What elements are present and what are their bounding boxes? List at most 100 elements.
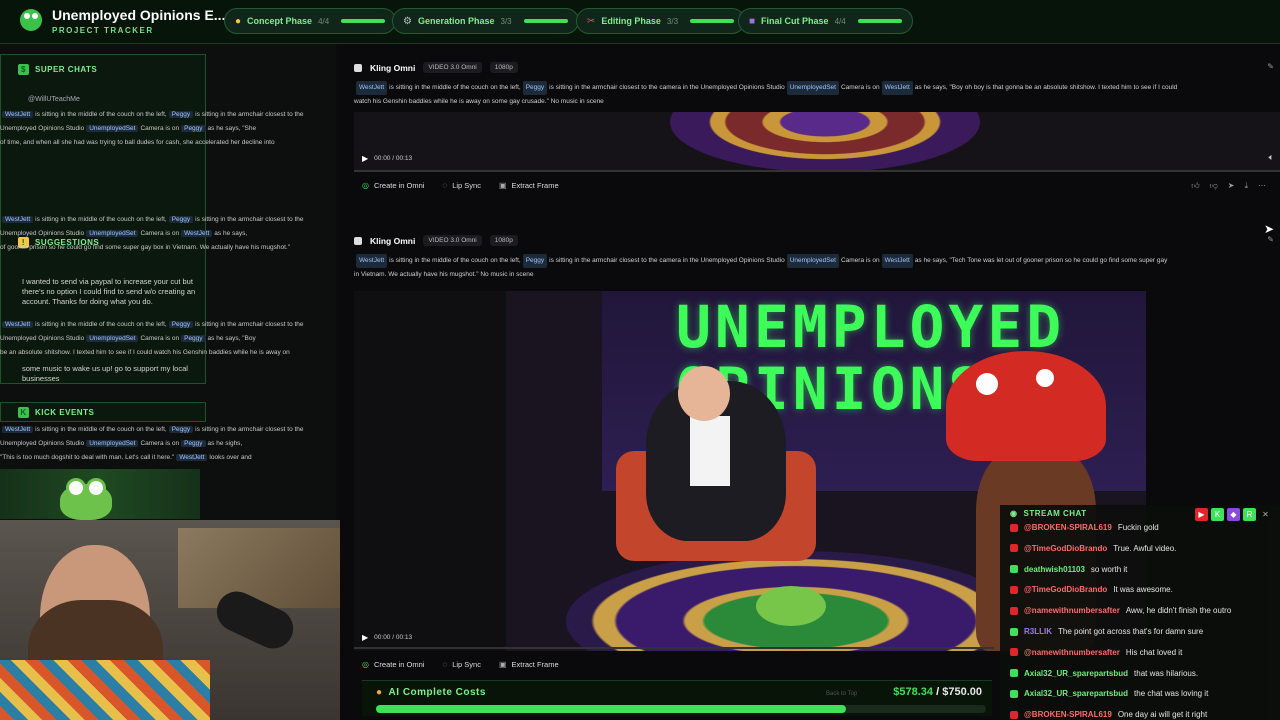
ai-costs-progress — [376, 705, 986, 713]
prompt-line: of time, and when all she had was trying… — [0, 139, 275, 146]
phase-generation[interactable]: ⚙ Generation Phase 3/3 — [392, 8, 579, 34]
kick-icon — [1010, 689, 1018, 698]
model-tag: VIDEO 3.0 Omni — [423, 235, 482, 246]
video-thumbnail-rug — [670, 112, 980, 172]
chat-message: @TimeGodDioBrando It was awesome. — [1010, 585, 1173, 594]
suggestion-message: I wanted to send via paypal to increase … — [22, 277, 196, 306]
generation-prompt: WestJett is sitting in the middle of the … — [354, 81, 1274, 95]
kick-icon — [1010, 669, 1018, 678]
youtube-icon — [1010, 523, 1018, 532]
super-chat-user: @WillUTeachMe — [28, 96, 80, 103]
prompt-line: WestJett is sitting in the middle of the … — [0, 111, 304, 118]
model-tag: VIDEO 3.0 Omni — [423, 62, 482, 73]
flame-icon: ● — [376, 687, 383, 698]
chat-message: @TimeGodDioBrando True. Awful video. — [1010, 544, 1176, 553]
prompt-line: of gooner prison so he could go find som… — [0, 244, 291, 251]
chat-text: The point got across that's for damn sur… — [1058, 627, 1204, 636]
chat-text: Aww, he didn't finish the outro — [1125, 606, 1232, 616]
extract-frame-button[interactable]: ▣ Extract Frame — [499, 181, 559, 190]
edit-icon[interactable]: ✎ — [1267, 62, 1274, 71]
film-icon: ■ — [749, 15, 756, 27]
edit-icon[interactable]: ✎ — [1267, 235, 1274, 244]
omni-icon: ◎ — [362, 181, 369, 190]
chat-text: Fuckin gold — [1117, 523, 1159, 532]
volume-icon[interactable]: 🔈︎ — [1269, 152, 1274, 163]
chat-username[interactable]: deathwish01103 — [1024, 565, 1085, 574]
phase-progress-bar — [523, 19, 568, 23]
kling-icon — [354, 236, 362, 245]
back-to-top-link[interactable]: Back to Top — [826, 691, 857, 697]
chat-username[interactable]: @TimeGodDioBrando — [1024, 544, 1107, 553]
chat-username[interactable]: Axial32_UR_sparepartsbud — [1024, 689, 1128, 698]
mushroom-hat — [946, 351, 1106, 461]
project-subtitle: PROJECT TRACKER — [52, 26, 154, 35]
share-icon[interactable]: ➤ — [1228, 181, 1235, 191]
phase-concept[interactable]: ● Concept Phase 4/4 — [224, 8, 397, 34]
suggestion-extra: some music to wake us up! go to support … — [22, 364, 188, 383]
omni-icon: ◎ — [362, 660, 369, 669]
chat-message: R3LLIK The point got across that's for da… — [1010, 627, 1203, 636]
kick-icon — [1010, 627, 1018, 636]
prompt-line: Unemployed Opinions Studio UnemployedSet C… — [0, 230, 248, 237]
kick-icon: K — [1211, 508, 1224, 521]
video-player[interactable] — [354, 112, 1280, 172]
video-time: 00:00 / 00:13 — [374, 634, 413, 641]
phase-progress-bar — [341, 19, 386, 23]
kick-icon — [1010, 565, 1018, 574]
character-shirt — [690, 416, 730, 486]
streamer-shirt — [0, 660, 210, 720]
lip-sync-button[interactable]: ◌ Lip Sync — [442, 660, 481, 669]
phase-final-cut[interactable]: ■ Final Cut Phase 4/4 — [738, 8, 913, 34]
coin-icon: $ — [18, 64, 29, 75]
close-icon: ✕ — [1262, 510, 1269, 519]
chat-text: His chat loved it — [1125, 647, 1183, 657]
chat-text: True. Awful video. — [1113, 543, 1177, 553]
thumbs-up-icon[interactable]: 👍︎ — [1191, 181, 1199, 191]
extract-frame-button[interactable]: ▣ Extract Frame — [499, 660, 559, 669]
character-head — [678, 366, 730, 421]
ai-costs-bar: ● AI Complete Costs Back to Top $578.34 … — [362, 680, 992, 716]
chat-username[interactable]: @BROKEN-SPIRAL619 — [1024, 710, 1112, 719]
chat-message: Axial32_UR_sparepartsbud that was hilario… — [1010, 669, 1198, 678]
chat-message: @BROKEN-SPIRAL619 One day ai will get it … — [1010, 710, 1207, 719]
create-in-omni-button[interactable]: ◎ Create in Omni — [362, 181, 424, 190]
phase-progress-bar — [857, 19, 902, 23]
video-progress[interactable] — [354, 647, 994, 649]
chat-username[interactable]: @TimeGodDioBrando — [1024, 585, 1107, 594]
scissors-icon: ✂ — [587, 15, 596, 27]
chat-username[interactable]: @namewithnumbersafter — [1024, 606, 1120, 615]
ai-costs-label: ● AI Complete Costs — [376, 687, 486, 698]
gear-icon: ⚙ — [403, 15, 412, 27]
phase-progress-bar — [690, 19, 735, 23]
play-icon[interactable]: ▶ — [362, 154, 368, 163]
project-tracker-header: Unemployed Opinions E... PROJECT TRACKER… — [0, 0, 1280, 44]
lip-sync-button[interactable]: ◌ Lip Sync — [442, 181, 481, 190]
phase-editing[interactable]: ✂ Editing Phase 3/3 — [576, 8, 746, 34]
prompt-line: "This is too much dogshit to deal with m… — [0, 454, 252, 461]
video-controls: ▶ 00:00 / 00:13 — [362, 633, 412, 642]
video-progress[interactable] — [354, 170, 1280, 172]
play-icon[interactable]: ▶ — [362, 633, 368, 642]
rug-frog — [756, 586, 826, 626]
frog-mascot — [60, 478, 112, 520]
lightbulb-icon: ● — [235, 15, 242, 27]
more-icon[interactable]: ⋯ — [1258, 181, 1266, 191]
chat-message: deathwish01103 so worth it — [1010, 565, 1127, 574]
download-icon[interactable]: ⤓ — [1244, 181, 1248, 191]
prompt-line: Unemployed Opinions Studio UnemployedSet C… — [0, 335, 256, 342]
create-in-omni-button[interactable]: ◎ Create in Omni — [362, 660, 424, 669]
frame-icon: ▣ — [498, 660, 507, 669]
lips-icon: ◌ — [442, 660, 448, 669]
thumbs-down-icon[interactable]: 👎︎ — [1210, 181, 1218, 191]
project-title: Unemployed Opinions E... — [52, 7, 226, 23]
kling-icon — [354, 63, 362, 72]
chat-username[interactable]: @BROKEN-SPIRAL619 — [1024, 523, 1112, 532]
prompt-line: Unemployed Opinions Studio UnemployedSet C… — [0, 440, 243, 447]
chat-username[interactable]: Axial32_UR_sparepartsbud — [1024, 669, 1128, 678]
resolution-tag: 1080p — [489, 62, 518, 73]
generation-tools: 👍︎ 👎︎ ➤ ⤓ ⋯ — [1191, 181, 1266, 191]
chat-text: It was awesome. — [1113, 585, 1173, 595]
chat-username[interactable]: @namewithnumbersafter — [1024, 648, 1120, 657]
left-overlay-panel: $ SUPER CHATS @WillUTeachMe WestJett is s… — [0, 44, 336, 520]
chat-username[interactable]: R3LLIK — [1024, 627, 1052, 636]
